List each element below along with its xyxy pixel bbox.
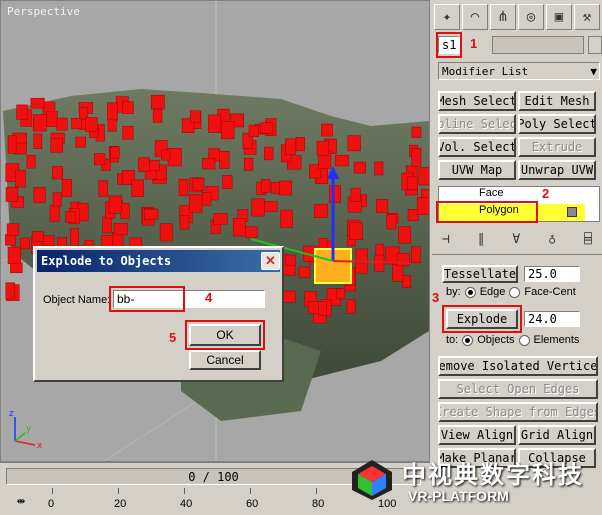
- watermark-main: 中视典数字科技: [402, 462, 584, 489]
- close-icon[interactable]: ✕: [261, 252, 280, 270]
- explode-dialog: Explode to Objects ✕ Object Name: bb- OK…: [33, 246, 284, 382]
- modifier-button[interactable]: UVW Map: [438, 160, 516, 180]
- objects-radio[interactable]: [462, 334, 474, 346]
- highlight-box-1: [436, 32, 462, 58]
- panel-button[interactable]: Grid Align: [518, 425, 596, 445]
- ruler-tick: [250, 488, 251, 494]
- show-result-icon[interactable]: ∥: [478, 232, 485, 248]
- perspective-viewport[interactable]: z x y Perspective: [0, 0, 430, 462]
- ruler-tick: [316, 488, 317, 494]
- annotation-1: 1: [470, 36, 478, 51]
- objects-label: Objects: [477, 334, 515, 346]
- highlight-box-2: [436, 201, 538, 223]
- motion-icon[interactable]: ◎: [518, 4, 544, 30]
- ruler-tick-label: 60: [246, 498, 259, 510]
- panel-button[interactable]: Create Shape from Edges: [438, 402, 598, 422]
- divider: [432, 254, 602, 264]
- scene-render: z x y: [1, 1, 429, 461]
- to-label: to:: [446, 334, 459, 346]
- cancel-button[interactable]: Cancel: [189, 350, 261, 370]
- pin-icon[interactable]: ⊣: [442, 232, 450, 248]
- panel-button[interactable]: Remove Isolated Vertices: [438, 356, 598, 376]
- ruler-tick-label: 80: [312, 498, 325, 510]
- tessellate-value[interactable]: 25.0: [524, 266, 580, 282]
- tessellate-button[interactable]: Tessellate: [442, 265, 518, 283]
- ruler-tick: [118, 488, 119, 494]
- modifier-button[interactable]: Mesh Select: [438, 91, 516, 111]
- modifier-list-label: Modifier List: [442, 64, 529, 78]
- watermark-sub: VR-PLATFORM: [408, 488, 509, 504]
- panel-button[interactable]: Select Open Edges: [438, 379, 598, 399]
- ruler-tick-label: 40: [180, 498, 193, 510]
- svg-text:y: y: [26, 424, 32, 434]
- annotation-2: 2: [542, 186, 550, 201]
- logo-icon: [350, 458, 394, 502]
- modify-icon[interactable]: ◠: [462, 4, 488, 30]
- face-center-label: Face-Cent: [524, 286, 576, 298]
- svg-text:x: x: [37, 441, 43, 451]
- ruler-tick-label: 20: [114, 498, 127, 510]
- utilities-icon[interactable]: ⚒: [574, 4, 600, 30]
- axis-tripod: z x y: [9, 409, 43, 451]
- modifier-list-dropdown[interactable]: Modifier List ▼: [438, 62, 600, 80]
- chevron-down-icon: ▼: [590, 64, 597, 78]
- modifier-button[interactable]: Poly Select: [518, 114, 596, 134]
- dialog-title[interactable]: Explode to Objects: [37, 250, 280, 272]
- stack-toolbar: ⊣ ∥ ∀ ♁ ⌸: [442, 232, 592, 248]
- highlight-box-5: [185, 320, 265, 350]
- annotation-3: 3: [432, 290, 440, 305]
- explode-value[interactable]: 24.0: [524, 311, 580, 327]
- ruler-tick: [52, 488, 53, 494]
- modifier-button[interactable]: Extrude: [518, 137, 596, 157]
- highlight-box-3: [442, 305, 522, 333]
- edge-label: Edge: [479, 286, 506, 298]
- polygon-swatch-icon: [567, 207, 577, 217]
- ruler-tick-label: 0: [48, 498, 55, 510]
- ruler-tick: [184, 488, 185, 494]
- display-icon[interactable]: ▣: [546, 4, 572, 30]
- remove-modifier-icon[interactable]: ♁: [548, 232, 556, 248]
- viewport-label[interactable]: Perspective: [7, 5, 80, 18]
- modifier-button[interactable]: Edit Mesh: [518, 91, 596, 111]
- panel-button[interactable]: View Align: [438, 425, 516, 445]
- color-swatch[interactable]: [588, 36, 602, 54]
- face-center-radio[interactable]: [509, 286, 521, 298]
- command-panel: ✦ ◠ ⋔ ◎ ▣ ⚒ s1 1 Modifier List ▼ Face Po…: [432, 0, 602, 515]
- modifier-button[interactable]: Unwrap UVW: [518, 160, 596, 180]
- hierarchy-icon[interactable]: ⋔: [490, 4, 516, 30]
- elements-label: Elements: [533, 334, 580, 346]
- keyframe-icon[interactable]: ⇹: [10, 493, 32, 513]
- to-row: to: Objects Elements: [446, 334, 579, 346]
- make-unique-icon[interactable]: ∀: [512, 232, 520, 248]
- create-icon[interactable]: ✦: [434, 4, 460, 30]
- by-label: by:: [446, 286, 461, 298]
- object-name-label: Object Name:: [43, 294, 111, 306]
- name-field-ext: [492, 36, 584, 54]
- edge-radio[interactable]: [464, 286, 476, 298]
- annotation-4: 4: [205, 290, 213, 305]
- annotation-5: 5: [169, 330, 177, 345]
- by-row: by: Edge Face-Cent: [446, 286, 576, 298]
- highlight-box-4: [109, 286, 185, 312]
- elements-radio[interactable]: [518, 334, 530, 346]
- svg-text:z: z: [9, 409, 14, 419]
- modifier-button[interactable]: Vol. Select: [438, 137, 516, 157]
- configure-icon[interactable]: ⌸: [584, 232, 592, 248]
- modifier-button[interactable]: Spline Select: [438, 114, 516, 134]
